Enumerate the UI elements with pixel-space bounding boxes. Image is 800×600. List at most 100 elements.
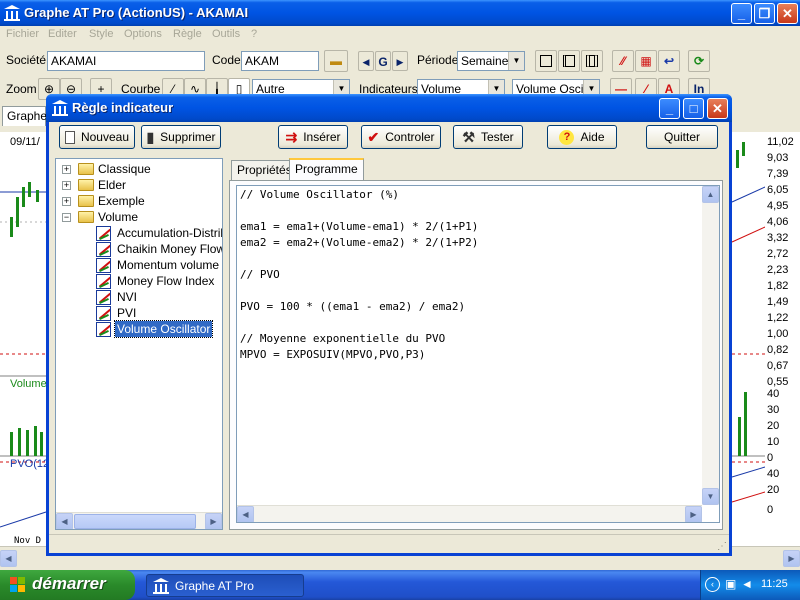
tree-folder-elder[interactable]: + Elder (56, 177, 222, 193)
tester-tool-icon: ⚒ (462, 128, 475, 145)
dialog-minimize-icon[interactable]: _ (659, 98, 680, 119)
supprimer-button[interactable]: ▮ Supprimer (141, 125, 221, 149)
close-icon[interactable]: ✕ (777, 3, 798, 24)
code-line: // PVO (240, 268, 280, 281)
tree-item[interactable]: Money Flow Index (56, 273, 222, 289)
new-file-icon (64, 130, 75, 144)
tab-proprietes[interactable]: Propriétés (231, 160, 298, 180)
tree-item[interactable]: Chaikin Money Flow (56, 241, 222, 257)
code-label: Code (212, 53, 241, 67)
dialog-maximize-icon[interactable]: □ (683, 98, 704, 119)
tree-item[interactable]: NVI (56, 289, 222, 305)
undo-arrow-icon[interactable]: ↩ (658, 50, 680, 72)
inserer-button[interactable]: ⇉ Insérer (278, 125, 348, 149)
expand-icon[interactable]: + (62, 197, 71, 206)
menu-editer[interactable]: Editer (48, 28, 77, 40)
layout-single-icon[interactable] (535, 50, 557, 72)
prev-arrow-icon[interactable]: ◀ (358, 51, 374, 71)
scroll-thumb[interactable] (74, 514, 196, 529)
indicator-icon (96, 242, 111, 257)
folder-open-icon (78, 211, 94, 223)
expand-icon[interactable]: + (62, 181, 71, 190)
menu-style[interactable]: Style (89, 28, 113, 40)
tree-hscroll[interactable]: ◀ ▶ (56, 512, 222, 529)
tray-chevron-icon[interactable]: ‹ (705, 577, 720, 592)
scroll-up-icon[interactable]: ▲ (702, 186, 719, 203)
next-arrow-icon[interactable]: ▶ (392, 51, 408, 71)
menu-fichier[interactable]: Fichier (6, 28, 39, 40)
tree-folder-classique[interactable]: + Classique (56, 161, 222, 177)
open-folder-icon[interactable]: ▬ (324, 50, 348, 72)
refresh-icon[interactable]: ⟳ (688, 50, 710, 72)
indicator-icon (96, 258, 111, 273)
controler-button[interactable]: ✔ Controler (361, 125, 441, 149)
societe-label: Société (6, 53, 47, 67)
indicator-icon (96, 306, 111, 321)
indicator-tree[interactable]: + Classique + Elder + Exemple − Volume A… (55, 158, 223, 530)
collapse-icon[interactable]: − (62, 213, 71, 222)
code-editor[interactable]: // Volume Oscillator (%) ema1 = ema1+(Vo… (236, 185, 720, 523)
start-label: démarrer (32, 574, 106, 593)
expand-icon[interactable]: + (62, 165, 71, 174)
layout-double-icon[interactable] (558, 50, 580, 72)
tree-folder-exemple[interactable]: + Exemple (56, 193, 222, 209)
editor-hscroll[interactable]: ◀ ▶ (237, 505, 702, 522)
tab-programme[interactable]: Programme (289, 158, 364, 180)
chart-tab[interactable]: Graphe (2, 106, 47, 126)
tree-item[interactable]: Momentum volume (56, 257, 222, 273)
scroll-left-icon[interactable]: ◀ (56, 513, 73, 529)
goto-button[interactable]: G (375, 51, 391, 71)
network-icon[interactable]: ▣ (725, 577, 736, 591)
grid-icon[interactable]: ▦ (635, 50, 657, 72)
draw-line-icon[interactable]: ⁄⁄ (612, 50, 634, 72)
tester-button[interactable]: ⚒ Tester (453, 125, 523, 149)
zoom-label: Zoom (6, 82, 37, 96)
scroll-right-icon[interactable]: ▶ (783, 550, 800, 567)
help-icon: ? (559, 129, 575, 145)
restore-icon[interactable]: ❐ (754, 3, 775, 24)
menu-regle[interactable]: Règle (173, 28, 202, 40)
societe-input[interactable]: AKAMAI (47, 51, 205, 71)
tree-item[interactable]: Accumulation-Distributi (56, 225, 222, 241)
chevron-down-icon[interactable]: ▼ (508, 52, 524, 70)
volume-icon[interactable]: ◄ (741, 577, 753, 591)
tree-item-selected[interactable]: Volume Oscillator (56, 320, 222, 338)
aide-button[interactable]: ? Aide (547, 125, 617, 149)
taskbar: démarrer Graphe AT Pro ‹ ▣ ◄ 11:25 (0, 570, 800, 600)
scroll-down-icon[interactable]: ▼ (702, 488, 719, 505)
indicator-icon (96, 290, 111, 305)
minimize-icon[interactable]: _ (731, 3, 752, 24)
nouveau-button[interactable]: Nouveau (59, 125, 135, 149)
scroll-left-icon[interactable]: ◀ (237, 506, 254, 522)
periode-value: Semaine (461, 54, 509, 68)
scroll-right-icon[interactable]: ▶ (685, 506, 702, 522)
taskbar-item-label: Graphe AT Pro (175, 579, 254, 593)
folder-icon (78, 163, 94, 175)
scroll-left-icon[interactable]: ◀ (0, 550, 17, 567)
programme-panel: // Volume Oscillator (%) ema1 = ema1+(Vo… (229, 180, 723, 530)
code-line: ema1 = ema1+(Volume-ema1) * 2/(1+P1) (240, 220, 479, 233)
taskbar-item-graphe[interactable]: Graphe AT Pro (146, 574, 304, 597)
dialog-titlebar[interactable]: Règle indicateur _ □ ✕ (46, 94, 732, 122)
quitter-button[interactable]: Quitter (646, 125, 718, 149)
layout-triple-icon[interactable] (581, 50, 603, 72)
menu-bar: Fichier Editer Style Options Règle Outil… (0, 26, 800, 45)
window-title: Graphe AT Pro (ActionUS) - AKAMAI (24, 5, 249, 20)
tree-item[interactable]: PVI (56, 305, 222, 321)
dialog-close-icon[interactable]: ✕ (707, 98, 728, 119)
taskbar-app-icon (153, 578, 169, 594)
code-input[interactable]: AKAM (241, 51, 319, 71)
menu-outils[interactable]: Outils (212, 28, 240, 40)
main-titlebar[interactable]: Graphe AT Pro (ActionUS) - AKAMAI _ ❐ ✕ (0, 0, 800, 26)
resize-grip-icon[interactable]: ⋰ (717, 541, 727, 552)
tree-folder-volume[interactable]: − Volume (56, 209, 222, 225)
scroll-right-icon[interactable]: ▶ (205, 513, 222, 529)
start-button[interactable]: démarrer (0, 570, 135, 600)
editor-vscroll[interactable]: ▲ ▼ (702, 186, 719, 505)
code-line: // Moyenne exponentielle du PVO (240, 332, 446, 345)
menu-help[interactable]: ? (251, 28, 257, 40)
menu-options[interactable]: Options (124, 28, 162, 40)
dialog-title: Règle indicateur (72, 100, 174, 115)
periode-select[interactable]: Semaine ▼ (457, 51, 525, 71)
clock[interactable]: 11:25 (761, 578, 788, 590)
